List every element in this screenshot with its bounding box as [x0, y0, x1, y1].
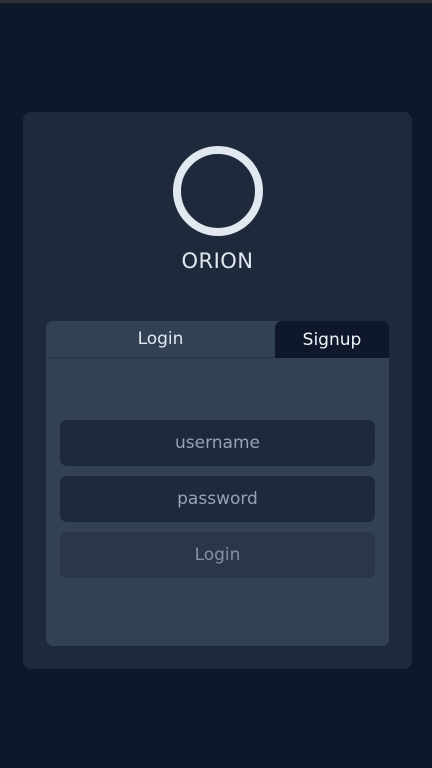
auth-tabs-panel: Login Signup Login	[46, 321, 389, 646]
logo-block: ORION	[23, 145, 412, 273]
login-submit-button[interactable]: Login	[60, 532, 375, 578]
username-input[interactable]	[60, 420, 375, 466]
brand-name: ORION	[181, 249, 254, 273]
login-screen: ORION Login Signup Login	[0, 0, 432, 768]
tab-signup[interactable]: Signup	[275, 321, 389, 358]
ring-logo-icon	[172, 146, 263, 236]
tab-login[interactable]: Login	[46, 321, 275, 358]
auth-card: ORION Login Signup Login	[23, 112, 412, 669]
login-form: Login	[60, 420, 375, 578]
tab-bar: Login Signup	[46, 321, 389, 358]
top-edge-divider	[0, 0, 432, 3]
password-input[interactable]	[60, 476, 375, 522]
